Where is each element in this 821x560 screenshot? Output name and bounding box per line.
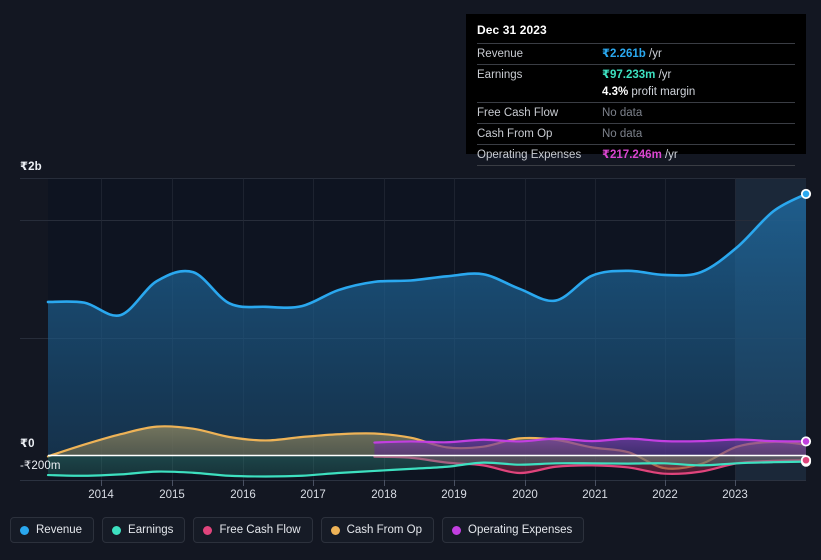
x-axis-label-2014: 2014 [88, 489, 114, 501]
legend-color-swatch-icon [112, 525, 122, 535]
tooltip-row: Earnings ₹97.233m /yr [477, 64, 795, 85]
tooltip-value-unit: /yr [661, 149, 678, 161]
tooltip-row-label: Earnings [477, 64, 602, 85]
tooltip-value-unit: profit margin [628, 86, 696, 98]
legend-item-label: Free Cash Flow [219, 524, 301, 536]
x-axis-label-2017: 2017 [300, 489, 326, 501]
legend-item-label: Operating Expenses [468, 524, 573, 536]
x-axis-label-2023: 2023 [722, 489, 748, 501]
tooltip-row-label: Operating Expenses [477, 144, 602, 166]
tooltip-row-label: Cash From Op [477, 123, 602, 145]
tooltip-date: Dec 31 2023 [477, 23, 547, 37]
legend-item-free-cash-flow[interactable]: Free Cash Flow [193, 517, 313, 543]
financial-chart-panel: ₹2b ₹0 -₹200m 2014 2015 2016 2017 2018 2019 20… [0, 0, 821, 560]
tooltip-value-text: ₹2.261b [602, 48, 646, 60]
tooltip-table: Revenue ₹2.261b /yr Earnings ₹97.233m /yr 4.… [477, 43, 795, 166]
data-tooltip: Dec 31 2023 Revenue ₹2.261b /yr Earnings ₹9… [466, 14, 806, 166]
tooltip-row: Revenue ₹2.261b /yr [477, 43, 795, 65]
tooltip-row-value: ₹217.246m /yr [602, 144, 795, 166]
endpoint-marker-free-cash-flow[interactable] [800, 455, 812, 466]
tooltip-row-label [477, 85, 602, 103]
x-axis-label-2015: 2015 [159, 489, 185, 501]
x-axis-label-2022: 2022 [652, 489, 678, 501]
legend-item-label: Revenue [36, 524, 83, 536]
tooltip-value-unit: /yr [645, 48, 662, 60]
tooltip-row-value: ₹97.233m /yr [602, 64, 795, 85]
tooltip-value-text: 4.3% [602, 86, 629, 98]
chart-legend[interactable]: Revenue Earnings Free Cash Flow Cash From O… [10, 517, 585, 543]
x-axis-label-2018: 2018 [371, 489, 397, 501]
tooltip-row: Operating Expenses ₹217.246m /yr [477, 144, 795, 166]
x-axis-label-2021: 2021 [582, 489, 608, 501]
legend-color-swatch-icon [330, 525, 340, 535]
x-axis-label-2016: 2016 [230, 489, 256, 501]
tooltip-row-label: Free Cash Flow [477, 102, 602, 124]
legend-color-swatch-icon [20, 525, 29, 535]
tooltip-row: Free Cash Flow No data [477, 102, 795, 124]
legend-item-earnings[interactable]: Earnings [102, 517, 186, 543]
tooltip-row-value: No data [602, 123, 795, 145]
tooltip-row-value: ₹2.261b /yr [602, 43, 795, 65]
y-axis-label-neg200m: -₹200m [20, 460, 61, 472]
x-axis-label-2019: 2019 [441, 489, 467, 501]
legend-item-revenue[interactable]: Revenue [10, 517, 95, 543]
legend-item-label: Cash From Op [346, 524, 423, 536]
endpoint-marker-revenue[interactable] [800, 188, 812, 200]
tooltip-value-unit: /yr [655, 69, 672, 81]
endpoint-marker-operating-expenses[interactable] [800, 436, 812, 447]
tooltip-value-text: No data [602, 107, 643, 119]
tooltip-row: 4.3% profit margin [477, 85, 795, 103]
legend-item-cash-from-op[interactable]: Cash From Op [320, 517, 435, 543]
y-axis-label-2b: ₹2b [20, 161, 42, 173]
tooltip-row-value: 4.3% profit margin [602, 85, 795, 103]
tooltip-value-text: No data [602, 128, 643, 140]
x-axis-label-2020: 2020 [512, 489, 538, 501]
legend-color-swatch-icon [203, 525, 213, 535]
tooltip-value-text: ₹97.233m [602, 69, 656, 81]
tooltip-row-label: Revenue [477, 43, 602, 65]
y-axis-label-0: ₹0 [20, 438, 35, 450]
legend-color-swatch-icon [452, 525, 462, 535]
legend-item-operating-expenses[interactable]: Operating Expenses [442, 517, 585, 543]
tooltip-row-value: No data [602, 102, 795, 124]
legend-item-label: Earnings [128, 524, 174, 536]
tooltip-row: Cash From Op No data [477, 123, 795, 145]
tooltip-value-text: ₹217.246m [602, 149, 662, 161]
